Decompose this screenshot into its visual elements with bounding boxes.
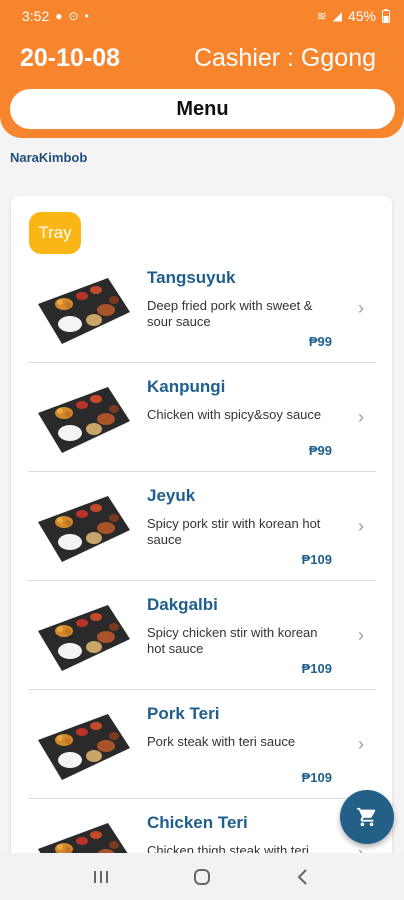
item-name: Tangsuyuk — [147, 268, 236, 287]
status-bar: 3:52 ● ⊙ • ≋ ◢ 45% — [0, 0, 404, 32]
notification-icon: ● — [55, 9, 63, 23]
item-description: Spicy chicken stir with korean hot sauce — [147, 625, 318, 656]
chevron-right-icon: › — [358, 516, 364, 536]
wifi-icon: ≋ — [316, 9, 327, 23]
tray-food-image — [38, 714, 130, 780]
battery-level: 45% — [347, 8, 376, 24]
item-description: Chicken with spicy&soy sauce — [147, 407, 322, 422]
store-name: NaraKimbob — [10, 150, 88, 165]
chevron-right-icon: › — [358, 625, 364, 645]
item-price: ₱99 — [308, 443, 332, 458]
chevron-right-icon: › — [358, 298, 364, 318]
item-description: Deep fried pork with sweet & sour sauce — [147, 298, 313, 329]
menu-item[interactable]: Tangsuyuk Deep fried pork with sweet & s… — [28, 254, 376, 363]
cart-icon — [356, 807, 376, 827]
menu-button[interactable]: Menu — [10, 89, 395, 129]
tray-food-image — [38, 496, 130, 562]
menu-item-list: Tangsuyuk Deep fried pork with sweet & s… — [28, 254, 376, 876]
chevron-right-icon: › — [358, 407, 364, 427]
back-button[interactable] — [283, 857, 323, 897]
dot-icon: • — [84, 9, 89, 23]
item-name: Jeyuk — [147, 486, 196, 505]
tray-food-image — [38, 387, 130, 453]
item-description: Pork steak with teri sauce — [147, 734, 296, 749]
cart-button[interactable] — [340, 790, 394, 844]
battery-icon — [382, 9, 390, 23]
chevron-right-icon: › — [358, 734, 364, 754]
status-right: ≋ ◢ 45% — [317, 8, 390, 24]
menu-item[interactable]: Jeyuk Spicy pork stir with korean hot sa… — [28, 472, 376, 581]
item-description: Spicy pork stir with korean hot sauce — [147, 516, 321, 547]
order-date: 20-10-08 — [20, 44, 121, 72]
tray-food-image — [38, 605, 130, 671]
home-button[interactable] — [182, 857, 222, 897]
recents-button[interactable] — [81, 857, 121, 897]
item-name: Dakgalbi — [147, 595, 218, 614]
back-icon — [297, 868, 308, 885]
item-price: ₱109 — [301, 770, 332, 785]
menu-item[interactable]: Kanpungi Chicken with spicy&soy sauce ₱9… — [28, 363, 376, 472]
cashier-label: Cashier : Ggong — [193, 44, 376, 72]
item-name: Chicken Teri — [147, 813, 248, 832]
recents-icon — [93, 870, 108, 883]
menu-card: Tray Tangsuyuk Deep fried pork with swee… — [11, 196, 392, 876]
menu-item[interactable]: Dakgalbi Spicy chicken stir with korean … — [28, 581, 376, 690]
item-name: Kanpungi — [147, 377, 226, 396]
signal-icon: ◢ — [332, 9, 342, 23]
system-nav-bar — [0, 853, 404, 900]
item-name: Pork Teri — [147, 704, 220, 723]
home-icon — [193, 868, 210, 885]
item-price: ₱99 — [308, 334, 332, 349]
menu-item[interactable]: Pork Teri Pork steak with teri sauce ₱10… — [28, 690, 376, 799]
app-header: 3:52 ● ⊙ • ≋ ◢ 45% 20-10-08 Cashier : Gg… — [0, 0, 404, 138]
tray-food-image — [38, 278, 130, 344]
status-left: 3:52 ● ⊙ • — [22, 8, 89, 24]
item-price: ₱109 — [301, 661, 332, 676]
status-time: 3:52 — [22, 8, 50, 24]
category-badge[interactable]: Tray — [29, 212, 81, 254]
item-price: ₱109 — [301, 552, 332, 567]
alarm-icon: ⊙ — [68, 9, 79, 23]
